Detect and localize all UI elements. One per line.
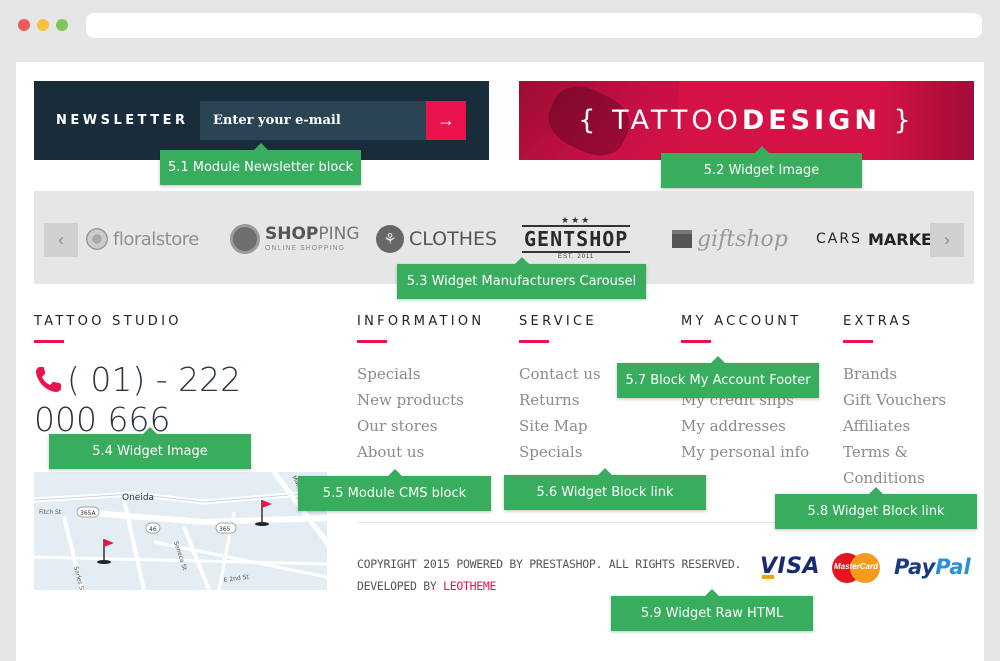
service-title-underline (519, 340, 549, 343)
close-window-dot[interactable] (18, 19, 30, 31)
service-title: SERVICE (519, 314, 597, 329)
tattoo-design-banner[interactable]: { TATTOODESIGN } (519, 81, 974, 160)
leotheme-link[interactable]: LEOTHEME (443, 579, 496, 593)
annotation-raw-html: 5.9 Widget Raw HTML (611, 589, 813, 631)
developer-credit: DEVELOPED BY LEOTHEME (357, 579, 497, 593)
extras-link-affiliates[interactable]: Affiliates (843, 417, 910, 435)
info-link-about-us[interactable]: About us (357, 443, 424, 461)
brand-gentshop[interactable]: ★★★ GENTSHOP EST. 2011 (522, 215, 631, 261)
map-shield-46: 46 (149, 526, 157, 533)
information-title-underline (357, 340, 387, 343)
newsletter-submit-button[interactable]: → (426, 101, 466, 140)
maximize-window-dot[interactable] (56, 19, 68, 31)
account-link-personal-info[interactable]: My personal info (681, 443, 809, 461)
visa-logo-accent (762, 575, 774, 579)
newsletter-title: NEWSLETTER (56, 113, 189, 128)
studio-title: TATTOO STUDIO (34, 314, 182, 329)
brand-shopping[interactable]: SHOPPING ONLINE SHOPPING (230, 221, 360, 257)
brand-clothes[interactable]: ⚘ CLOTHES (376, 221, 497, 257)
map-shield-365a: 365A (80, 510, 96, 517)
annotation-block-link-service: 5.6 Widget Block link (504, 468, 706, 510)
location-map[interactable]: Oneida Fitch St 365A 46 365 Sarles St Se… (34, 472, 327, 590)
brand-floralstore[interactable]: floralstore (86, 221, 199, 257)
extras-link-gift-vouchers[interactable]: Gift Vouchers (843, 391, 946, 409)
studio-phone-number: ( 01) - 222 000 666 (34, 360, 242, 439)
arrow-right-icon: → (437, 110, 455, 130)
address-bar[interactable] (86, 13, 982, 38)
shopping-bag-icon (230, 224, 260, 254)
carousel-next-button[interactable]: › (930, 223, 964, 257)
brand-giftshop[interactable]: giftshop (672, 221, 788, 257)
newsletter-email-input[interactable]: Enter your e-mail (200, 101, 426, 140)
annotation-cms-block: 5.5 Module CMS block (298, 469, 491, 511)
info-link-our-stores[interactable]: Our stores (357, 417, 437, 435)
account-link-addresses[interactable]: My addresses (681, 417, 786, 435)
brand-cars-market[interactable]: CARS MARKET (816, 221, 943, 257)
chevron-right-icon: › (944, 230, 950, 249)
annotation-my-account-footer: 5.7 Block My Account Footer (617, 356, 819, 398)
annotation-manufacturers-carousel: 5.3 Widget Manufacturers Carousel (397, 257, 646, 299)
extras-link-conditions[interactable]: Conditions (843, 469, 925, 487)
carousel-prev-button[interactable]: ‹ (44, 223, 78, 257)
annotation-newsletter-block: 5.1 Module Newsletter block (160, 143, 361, 185)
banner-text: { TATTOODESIGN } (578, 105, 915, 136)
info-link-specials[interactable]: Specials (357, 365, 420, 383)
studio-title-underline (34, 340, 64, 343)
service-link-returns[interactable]: Returns (519, 391, 579, 409)
annotation-widget-image-map: 5.4 Widget Image (49, 427, 251, 469)
account-title-underline (681, 340, 711, 343)
mastercard-logo: MasterCard (832, 553, 880, 583)
copyright-text: COPYRIGHT 2015 POWERED BY PRESTASHOP. AL… (357, 557, 742, 571)
paypal-logo: PayPal (894, 555, 971, 579)
butterfly-icon: ⚘ (376, 225, 404, 253)
annotation-block-link-extras: 5.8 Widget Block link (775, 487, 977, 529)
minimize-window-dot[interactable] (37, 19, 49, 31)
extras-link-terms[interactable]: Terms & (843, 443, 908, 461)
flower-icon (86, 228, 108, 250)
chevron-left-icon: ‹ (58, 230, 64, 249)
gift-icon (672, 230, 692, 248)
info-link-new-products[interactable]: New products (357, 391, 464, 409)
map-shield-365: 365 (219, 526, 231, 533)
browser-chrome (0, 0, 1000, 56)
extras-link-brands[interactable]: Brands (843, 365, 897, 383)
extras-title: EXTRAS (843, 314, 914, 329)
service-link-contact-us[interactable]: Contact us (519, 365, 601, 383)
extras-title-underline (843, 340, 873, 343)
service-link-site-map[interactable]: Site Map (519, 417, 588, 435)
map-label-oneida: Oneida (122, 493, 154, 503)
service-link-specials[interactable]: Specials (519, 443, 582, 461)
annotation-widget-image-banner: 5.2 Widget Image (661, 146, 862, 188)
account-title: MY ACCOUNT (681, 314, 802, 329)
information-title: INFORMATION (357, 314, 485, 329)
map-label-fitch: Fitch St (39, 509, 62, 516)
